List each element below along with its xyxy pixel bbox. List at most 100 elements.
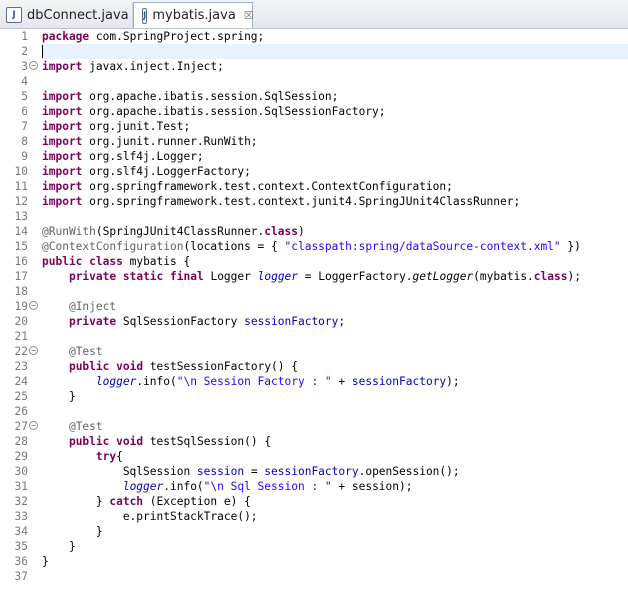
code-line[interactable]: 11 import org.springframework.test.contex… xyxy=(15,179,628,194)
code-token: @Inject xyxy=(68,300,117,313)
code-editor[interactable]: 1 package com.SpringProject.spring; 2 3− imp… xyxy=(0,29,628,590)
code-token: import xyxy=(42,120,83,133)
code-line[interactable]: 24 logger.info("\n Session Factory : " +… xyxy=(15,374,628,389)
code-line[interactable]: 37 xyxy=(15,569,628,584)
code-token: mybatis { xyxy=(122,255,191,268)
code-token: } xyxy=(42,525,103,538)
line-number: 25 xyxy=(14,390,28,403)
line-number: 28 xyxy=(14,435,28,448)
code-token: void xyxy=(116,435,144,448)
code-token: class xyxy=(89,255,123,268)
code-token: private xyxy=(68,270,117,283)
code-token: "\n Sql Session : " xyxy=(203,480,332,493)
tab-dbconnect[interactable]: J dbConnect.java xyxy=(0,3,133,27)
close-icon[interactable]: ☒ xyxy=(244,9,254,22)
code-line[interactable]: 19− @Inject xyxy=(15,299,628,314)
tab-mybatis[interactable]: J mybatis.java ☒ xyxy=(133,2,254,28)
code-token: (locations = { xyxy=(183,240,285,253)
code-line[interactable]: 17 private static final Logger logger = … xyxy=(15,269,628,284)
code-token: ; xyxy=(338,315,346,328)
code-line[interactable]: 4 xyxy=(21,74,628,89)
line-number: 2 xyxy=(21,45,28,58)
code-token: @RunWith xyxy=(42,225,96,238)
code-line[interactable]: 16 public class mybatis { xyxy=(15,254,628,269)
code-line[interactable]: 21 xyxy=(15,329,628,344)
code-line[interactable]: 12 import org.springframework.test.contex… xyxy=(15,194,628,209)
code-line[interactable]: 13 xyxy=(15,209,628,224)
line-number: 7 xyxy=(21,120,28,133)
line-number: 18 xyxy=(14,285,28,298)
code-line[interactable]: 32 } catch (Exception e) { xyxy=(15,494,628,509)
fold-toggle-icon[interactable]: − xyxy=(29,61,38,70)
code-token: (SpringJUnit4ClassRunner. xyxy=(95,225,265,238)
code-line[interactable]: 8 import org.junit.runner.RunWith; xyxy=(21,134,628,149)
code-token: catch xyxy=(109,495,144,508)
code-line[interactable]: 31 logger.info("\n Sql Session : " + ses… xyxy=(15,479,628,494)
code-token: logger xyxy=(122,480,164,493)
code-line[interactable]: 28 public void testSqlSession() { xyxy=(15,434,628,449)
code-token: @ContextConfiguration xyxy=(42,240,184,253)
code-line[interactable]: 7 import org.junit.Test; xyxy=(21,119,628,134)
code-line[interactable]: 23 public void testSessionFactory() { xyxy=(15,359,628,374)
code-line[interactable]: 33 e.printStackTrace(); xyxy=(15,509,628,524)
code-token: (mybatis. xyxy=(473,270,534,283)
code-line[interactable]: 20 private SqlSessionFactory sessionFact… xyxy=(15,314,628,329)
line-number: 23 xyxy=(14,360,28,373)
fold-toggle-icon[interactable]: − xyxy=(29,346,38,355)
code-line[interactable]: 9 import org.slf4j.Logger; xyxy=(21,149,628,164)
code-token: static xyxy=(122,270,164,283)
code-token: public xyxy=(42,255,83,268)
line-number: 35 xyxy=(14,540,28,553)
code-line[interactable]: 10 import org.slf4j.LoggerFactory; xyxy=(15,164,628,179)
code-line[interactable]: 25 } xyxy=(15,389,628,404)
code-token: Logger xyxy=(203,270,258,283)
code-token: org.junit.Test; xyxy=(82,120,191,133)
code-line[interactable]: 14 @RunWith(SpringJUnit4ClassRunner.class… xyxy=(15,224,628,239)
code-token: = LoggerFactory. xyxy=(298,270,413,283)
code-token: javax.inject.Inject; xyxy=(82,60,224,73)
code-area[interactable]: 1 package com.SpringProject.spring; 2 3− imp… xyxy=(15,29,628,584)
code-line[interactable]: 5 import org.apache.ibatis.session.SqlSes… xyxy=(21,89,628,104)
code-line[interactable]: 15 @ContextConfiguration(locations = { "c… xyxy=(15,239,628,254)
code-token: + session); xyxy=(331,480,413,493)
code-token: testSqlSession() { xyxy=(143,435,272,448)
code-line[interactable]: 1 package com.SpringProject.spring; xyxy=(21,29,628,44)
code-token: sessionFactory xyxy=(351,375,447,388)
code-token: @Test xyxy=(68,345,103,358)
code-token: ); xyxy=(567,270,581,283)
code-token: (Exception e) { xyxy=(143,495,251,508)
code-line[interactable]: 35 } xyxy=(15,539,628,554)
code-token: e.printStackTrace(); xyxy=(42,510,258,523)
code-line[interactable]: 18 xyxy=(15,284,628,299)
fold-toggle-icon[interactable]: − xyxy=(29,421,38,430)
code-line[interactable]: 2 xyxy=(21,44,628,59)
code-line[interactable]: 26 xyxy=(15,404,628,419)
code-line[interactable]: 3− import javax.inject.Inject; xyxy=(21,59,628,74)
code-token: } xyxy=(42,555,49,568)
tab-label: dbConnect.java xyxy=(27,7,129,23)
fold-toggle-icon[interactable]: − xyxy=(29,301,38,310)
code-token: .openSession(); xyxy=(358,465,460,478)
code-line[interactable]: 27− @Test xyxy=(15,419,628,434)
code-token: ); xyxy=(446,375,460,388)
code-line[interactable]: 6 import org.apache.ibatis.session.SqlSes… xyxy=(21,104,628,119)
line-number: 29 xyxy=(14,450,28,463)
code-line[interactable]: 36} xyxy=(15,554,628,569)
code-token: ) xyxy=(297,225,305,238)
line-number: 3 xyxy=(21,60,28,73)
code-token: session xyxy=(196,465,245,478)
code-line[interactable]: 22− @Test xyxy=(15,344,628,359)
code-token: } xyxy=(42,495,110,508)
line-number: 27 xyxy=(14,420,28,433)
code-token: org.springframework.test.context.junit4.… xyxy=(82,195,521,208)
code-line[interactable]: 29 try{ xyxy=(15,449,628,464)
code-token: sessionFactory xyxy=(244,315,339,328)
code-line[interactable]: 30 SqlSession session = sessionFactory.o… xyxy=(15,464,628,479)
code-line[interactable]: 34 } xyxy=(15,524,628,539)
code-token: org.apache.ibatis.session.SqlSession; xyxy=(82,90,339,103)
code-token: sessionFactory xyxy=(264,465,359,478)
